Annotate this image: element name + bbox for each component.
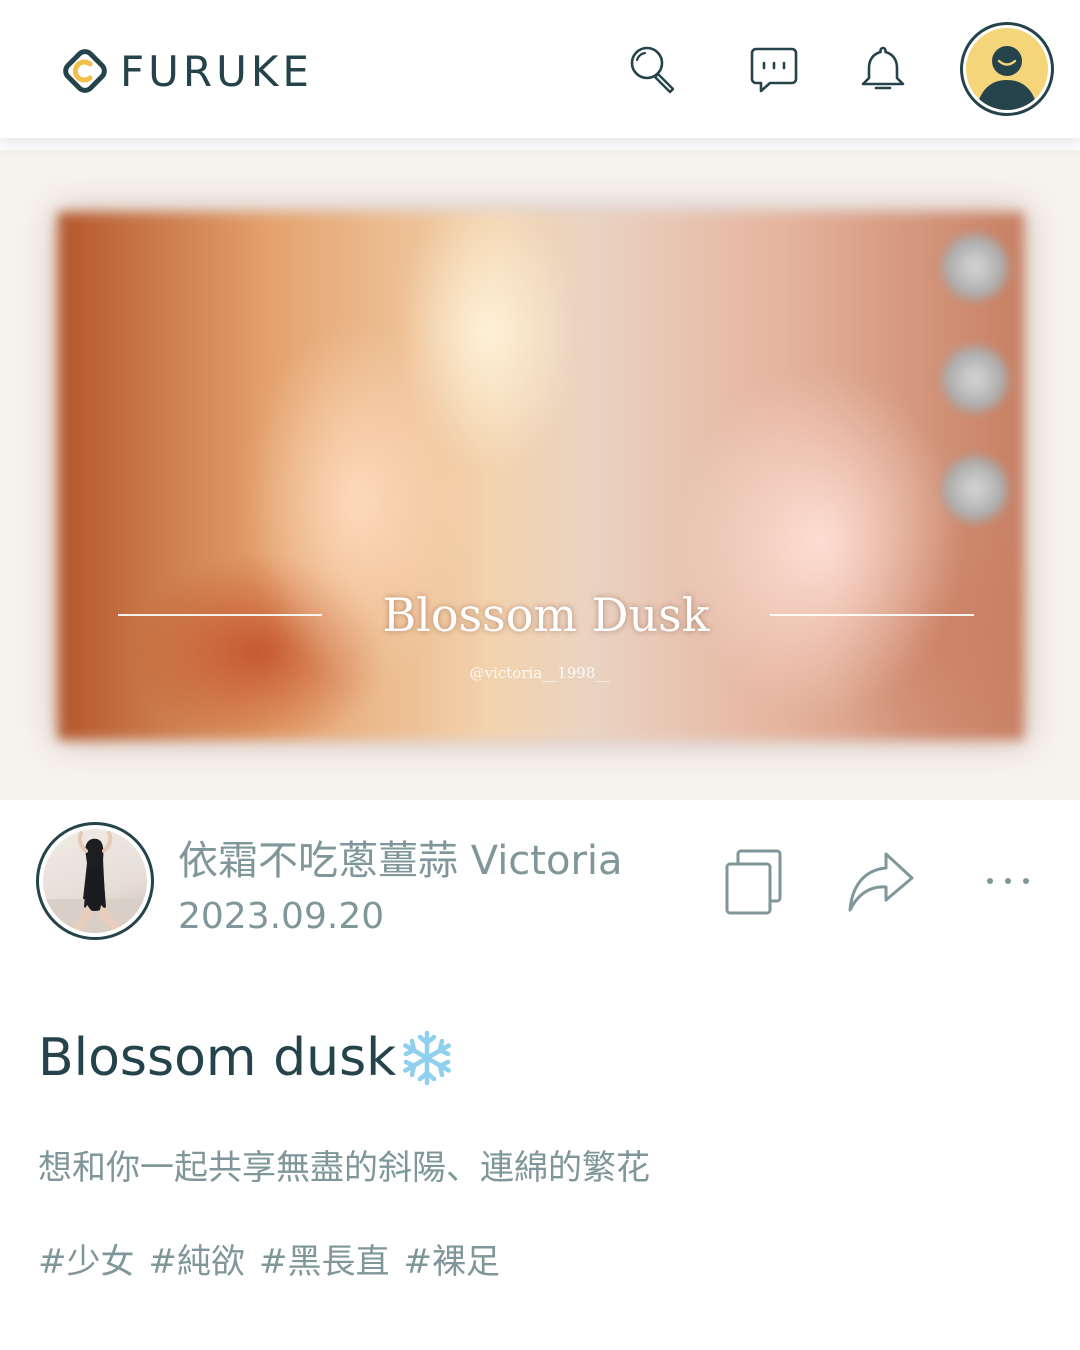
tag-link[interactable]: #純欲	[149, 1234, 246, 1283]
search-icon[interactable]	[626, 44, 676, 94]
furuke-logo[interactable]: FURUKE	[60, 44, 313, 98]
post-title: Blossom dusk	[38, 1028, 397, 1088]
cover-handle: @victoria__1998__	[469, 664, 611, 682]
logo-mark-icon	[63, 49, 107, 93]
message-icon[interactable]	[748, 44, 798, 94]
cover-title-row: Blossom Dusk	[118, 585, 974, 645]
snowflake-icon	[403, 1030, 452, 1086]
tag-link[interactable]: #少女	[38, 1234, 135, 1283]
user-avatar-icon	[966, 28, 1048, 110]
post-description: 想和你一起共享無盡的斜陽、連綿的繁花	[38, 1148, 650, 1188]
author-name[interactable]: 依霜不吃蔥薑蒜 Victoria	[178, 828, 623, 886]
author-avatar[interactable]	[36, 822, 154, 940]
post-page: FURUKE Blossom Dusk @victoria__1998__ 依霜…	[0, 0, 1080, 1350]
top-navigation-bar: FURUKE	[0, 0, 1080, 138]
blurred-circle	[942, 234, 1008, 300]
blurred-circle	[942, 346, 1008, 412]
logo-text: FURUKE	[120, 46, 313, 96]
copy-icon[interactable]	[722, 848, 786, 916]
more-icon[interactable]	[982, 866, 1034, 896]
tag-link[interactable]: #黑長直	[259, 1234, 390, 1283]
bell-icon[interactable]	[858, 44, 908, 94]
cover-title: Blossom Dusk	[382, 588, 710, 642]
post-cover-image[interactable]	[0, 150, 1080, 800]
tag-link[interactable]: #裸足	[404, 1234, 501, 1283]
cover-title-line-right	[769, 614, 974, 616]
user-avatar-button[interactable]	[960, 22, 1054, 116]
blurred-photo	[58, 212, 1024, 740]
post-title-row: Blossom dusk	[38, 1028, 456, 1088]
cover-title-line-left	[118, 614, 322, 616]
post-date: 2023.09.20	[178, 896, 385, 937]
blurred-circle	[942, 456, 1008, 522]
share-icon[interactable]	[846, 850, 916, 914]
post-tags: #少女 #純欲 #黑長直 #裸足	[38, 1234, 500, 1283]
author-photo	[43, 829, 147, 933]
